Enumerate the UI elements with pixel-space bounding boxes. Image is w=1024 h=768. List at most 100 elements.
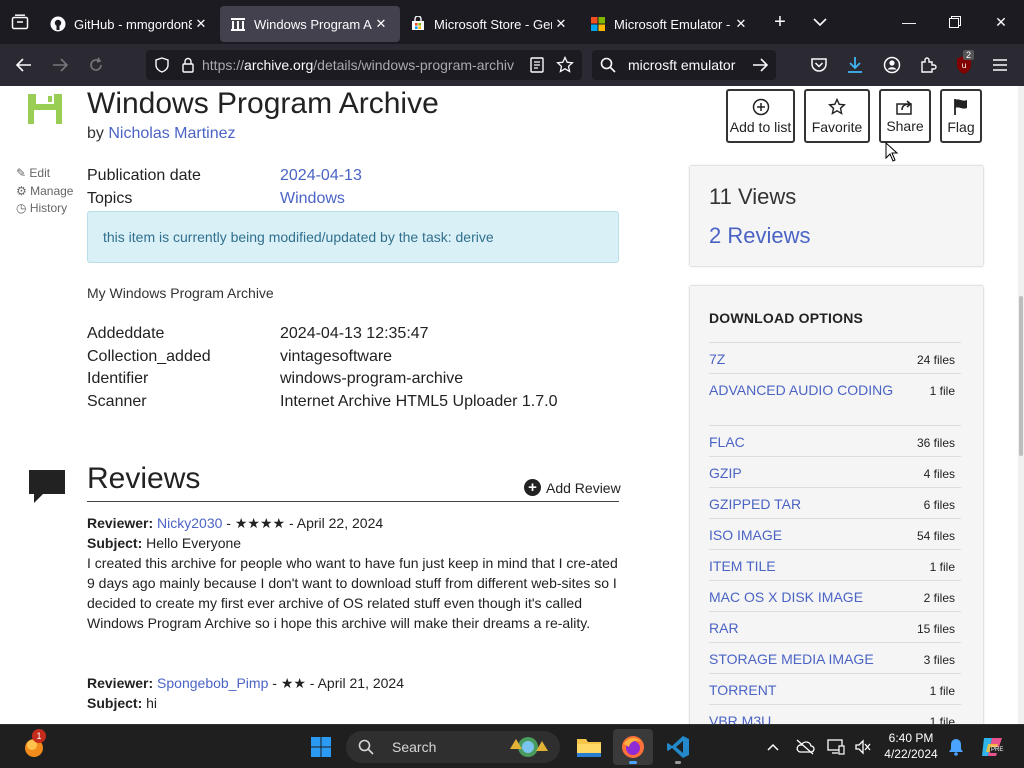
download-file-count[interactable]: 6 files: [924, 498, 955, 512]
account-button[interactable]: [879, 52, 905, 78]
download-option-row: ISO IMAGE 54 files: [709, 518, 961, 549]
history-link[interactable]: ◷ History: [16, 200, 73, 218]
restore-icon: [949, 16, 961, 28]
start-button[interactable]: [304, 729, 338, 765]
page-title: Windows Program Archive: [87, 87, 439, 120]
reviewer-link[interactable]: Nicky2030: [157, 515, 222, 531]
download-file-count[interactable]: 24 files: [917, 353, 955, 367]
reviewer-link[interactable]: Spongebob_Pimp: [157, 675, 268, 691]
widgets-button[interactable]: 1: [16, 729, 52, 765]
flag-button[interactable]: Flag: [940, 89, 982, 143]
download-format-link[interactable]: GZIP: [709, 465, 742, 481]
active-indicator: [629, 761, 637, 764]
vscode-taskbar-button[interactable]: [659, 729, 697, 765]
volume-tray-button[interactable]: [852, 729, 874, 765]
download-format-link[interactable]: MAC OS X DISK IMAGE: [709, 589, 863, 605]
forward-button[interactable]: [42, 49, 78, 81]
byline: by Nicholas Martinez: [87, 125, 236, 143]
topics-link[interactable]: Windows: [280, 190, 345, 208]
copilot-button[interactable]: PRE: [978, 729, 1006, 765]
clock-time: 6:40 PM: [888, 731, 934, 745]
extensions-button[interactable]: [915, 52, 941, 78]
download-format-link[interactable]: ADVANCED AUDIO CODING: [709, 382, 893, 398]
download-format-link[interactable]: GZIPPED TAR: [709, 496, 801, 512]
identifier-label: Identifier: [87, 370, 149, 387]
scrollbar-thumb[interactable]: [1019, 296, 1023, 456]
tab-windows-program-archive[interactable]: Windows Program Archi ✕: [220, 6, 400, 42]
download-format-link[interactable]: FLAC: [709, 434, 745, 450]
close-tab-icon[interactable]: ✕: [192, 16, 210, 32]
restore-button[interactable]: [932, 0, 978, 44]
address-bar[interactable]: https://archive.org/details/windows-prog…: [146, 50, 582, 80]
downloads-button[interactable]: [842, 52, 868, 78]
download-file-count[interactable]: 1 file: [930, 560, 955, 574]
download-option-row: GZIPPED TAR 6 files: [709, 487, 961, 518]
tab-github[interactable]: GitHub - mmgordon82 ✕: [40, 6, 220, 42]
close-tab-icon[interactable]: ✕: [732, 16, 750, 32]
download-file-count[interactable]: 15 files: [917, 622, 955, 636]
download-file-count[interactable]: 4 files: [924, 467, 955, 481]
download-format-link[interactable]: VBR M3U: [709, 713, 771, 724]
onedrive-tray-button[interactable]: [794, 729, 816, 765]
reader-view-icon[interactable]: [530, 57, 544, 73]
firefox-view-button[interactable]: [0, 0, 40, 44]
arrow-right-icon[interactable]: [752, 58, 768, 72]
author-link[interactable]: Nicholas Martinez: [108, 125, 235, 142]
display-tray-button[interactable]: [825, 729, 847, 765]
reload-button[interactable]: [78, 49, 114, 81]
show-hidden-icons-button[interactable]: [762, 729, 784, 765]
download-format-link[interactable]: STORAGE MEDIA IMAGE: [709, 651, 874, 667]
download-format-link[interactable]: TORRENT: [709, 682, 776, 698]
add-review-button[interactable]: + Add Review: [524, 479, 621, 496]
download-option-row: ITEM TILE 1 file: [709, 549, 961, 580]
taskbar-search[interactable]: Search: [346, 731, 560, 763]
download-format-link[interactable]: ISO IMAGE: [709, 527, 782, 543]
search-bar[interactable]: microsft emulator: [592, 50, 776, 80]
search-input[interactable]: microsft emulator: [628, 57, 752, 73]
internet-archive-icon: [230, 16, 246, 32]
mouse-cursor-icon: [885, 142, 899, 162]
add-to-list-button[interactable]: Add to list: [726, 89, 795, 143]
reviews-count-link[interactable]: 2 Reviews: [709, 223, 810, 249]
review-item: Reviewer: Spongebob_Pimp - ★★ - April 21…: [87, 673, 619, 713]
back-button[interactable]: [6, 49, 42, 81]
download-file-count[interactable]: 2 files: [924, 591, 955, 605]
lock-icon[interactable]: [180, 57, 196, 73]
download-file-count[interactable]: 1 file: [930, 684, 955, 698]
favorite-button[interactable]: Favorite: [804, 89, 870, 143]
publication-date-link[interactable]: 2024-04-13: [280, 167, 362, 185]
share-button[interactable]: Share: [879, 89, 931, 143]
download-format-link[interactable]: 7Z: [709, 351, 725, 367]
manage-link[interactable]: ⚙ Manage: [16, 183, 73, 201]
app-menu-button[interactable]: [987, 52, 1013, 78]
download-options-heading: DOWNLOAD OPTIONS: [709, 310, 864, 326]
list-all-tabs-button[interactable]: [800, 4, 840, 40]
pocket-button[interactable]: [806, 52, 832, 78]
chevron-down-icon: [813, 18, 827, 27]
svg-text:u: u: [961, 61, 966, 70]
close-tab-icon[interactable]: ✕: [552, 16, 570, 32]
download-format-link[interactable]: RAR: [709, 620, 739, 636]
file-explorer-button[interactable]: [570, 729, 608, 765]
download-file-count[interactable]: 54 files: [917, 529, 955, 543]
minimize-button[interactable]: —: [886, 0, 932, 44]
tab-microsoft-store[interactable]: Microsoft Store - Gener ✕: [400, 6, 580, 42]
tab-microsoft-emulator[interactable]: Microsoft Emulator - M ✕: [580, 6, 760, 42]
new-tab-button[interactable]: +: [760, 4, 800, 40]
download-format-link[interactable]: ITEM TILE: [709, 558, 776, 574]
ublock-button[interactable]: u 2: [951, 50, 977, 78]
firefox-taskbar-button[interactable]: [613, 729, 653, 765]
notifications-button[interactable]: [945, 729, 967, 765]
download-file-count[interactable]: 3 files: [924, 653, 955, 667]
shield-icon[interactable]: [154, 57, 170, 73]
bookmark-star-icon[interactable]: [556, 56, 574, 74]
url-text[interactable]: https://archive.org/details/windows-prog…: [202, 57, 524, 73]
search-placeholder: Search: [392, 739, 437, 755]
taskbar-clock[interactable]: 6:40 PM 4/22/2024: [880, 730, 942, 762]
download-file-count[interactable]: 1 file: [930, 715, 955, 724]
close-window-button[interactable]: ✕: [978, 0, 1024, 44]
download-file-count[interactable]: 1 file: [930, 384, 955, 398]
download-file-count[interactable]: 36 files: [917, 436, 955, 450]
close-tab-icon[interactable]: ✕: [372, 16, 390, 32]
edit-link[interactable]: ✎ Edit: [16, 165, 73, 183]
